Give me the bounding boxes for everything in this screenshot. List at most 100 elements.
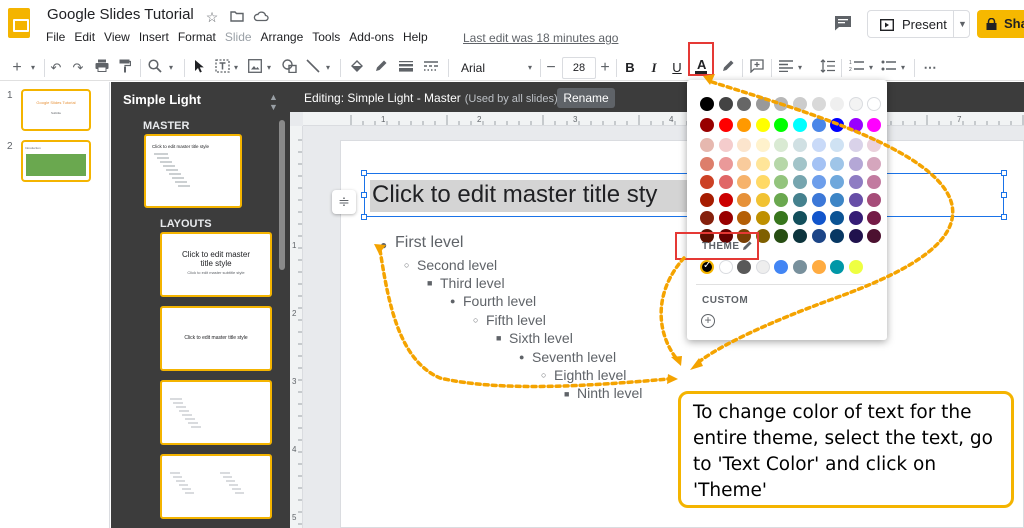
redo-icon[interactable]: ↷: [70, 59, 86, 77]
layout-thumbnail-title[interactable]: Click to edit master title style Click t…: [160, 232, 272, 297]
resize-handle[interactable]: [361, 214, 367, 220]
color-swatch[interactable]: [718, 211, 733, 225]
color-swatch[interactable]: [700, 138, 714, 152]
menu-format[interactable]: Format: [178, 30, 216, 48]
align-dropdown-icon[interactable]: ▾: [795, 59, 805, 77]
new-slide-icon[interactable]: +: [10, 59, 24, 77]
body-level-6[interactable]: Sixth level: [509, 330, 573, 346]
body-level-3[interactable]: Third level: [440, 275, 505, 291]
color-swatch[interactable]: [755, 175, 770, 189]
line-icon[interactable]: [305, 59, 321, 77]
layout-thumbnail-section[interactable]: Click to edit master title style: [160, 306, 272, 371]
highlight-color-icon[interactable]: [720, 59, 736, 77]
color-swatch[interactable]: [755, 211, 770, 225]
slide-thumbnail-1[interactable]: Google Slides Tutorial Subtitle: [21, 89, 91, 131]
increase-font-size-icon[interactable]: +: [599, 59, 611, 77]
color-swatch[interactable]: [793, 97, 807, 111]
color-swatch[interactable]: [848, 157, 863, 171]
cloud-status-icon[interactable]: [253, 9, 269, 25]
color-swatch[interactable]: [811, 211, 826, 225]
numbered-list-dropdown-icon[interactable]: ▾: [866, 59, 876, 77]
color-swatch[interactable]: [793, 138, 807, 152]
color-swatch[interactable]: [755, 118, 770, 132]
last-edit-link[interactable]: Last edit was 18 minutes ago: [463, 31, 618, 45]
theme-color-swatch[interactable]: [718, 260, 733, 274]
present-dropdown-icon[interactable]: ▼: [953, 10, 971, 38]
bold-icon[interactable]: B: [623, 59, 637, 77]
menu-tools[interactable]: Tools: [312, 30, 340, 48]
color-swatch[interactable]: [793, 118, 807, 132]
color-swatch[interactable]: [718, 157, 733, 171]
color-swatch[interactable]: [811, 157, 826, 171]
shape-icon[interactable]: [281, 59, 297, 77]
color-swatch[interactable]: [793, 229, 807, 243]
document-title[interactable]: Google Slides Tutorial: [47, 6, 194, 23]
color-swatch[interactable]: [718, 118, 733, 132]
resize-handle[interactable]: [1001, 214, 1007, 220]
theme-color-swatch[interactable]: [793, 260, 807, 274]
layout-thumbnail-body[interactable]: Click to edit master title style: [160, 380, 272, 445]
border-dash-icon[interactable]: [423, 59, 439, 77]
bulleted-list-dropdown-icon[interactable]: ▾: [898, 59, 908, 77]
color-swatch[interactable]: [718, 138, 733, 152]
color-swatch[interactable]: [811, 97, 826, 111]
color-swatch[interactable]: [811, 118, 826, 132]
color-swatch[interactable]: [848, 229, 863, 243]
undo-icon[interactable]: ↶: [48, 59, 64, 77]
bulleted-list-icon[interactable]: [880, 59, 896, 77]
theme-color-swatch[interactable]: [811, 260, 826, 274]
add-custom-color-icon[interactable]: +: [701, 314, 715, 328]
color-swatch[interactable]: [848, 138, 863, 152]
color-swatch[interactable]: [755, 138, 770, 152]
color-swatch[interactable]: [755, 157, 770, 171]
star-icon[interactable]: ☆: [204, 9, 220, 25]
zoom-dropdown-icon[interactable]: ▾: [166, 59, 176, 77]
color-swatch[interactable]: [700, 157, 714, 171]
theme-color-swatch[interactable]: [755, 260, 770, 274]
color-swatch[interactable]: [793, 193, 807, 207]
share-button[interactable]: Share: [977, 10, 1024, 38]
color-swatch[interactable]: [755, 97, 770, 111]
color-swatch[interactable]: [811, 193, 826, 207]
text-box-icon[interactable]: [214, 59, 230, 77]
line-dropdown-icon[interactable]: ▾: [323, 59, 333, 77]
image-dropdown-icon[interactable]: ▾: [264, 59, 274, 77]
menu-view[interactable]: View: [104, 30, 130, 48]
color-swatch[interactable]: [700, 118, 714, 132]
theme-color-swatch[interactable]: ✓: [700, 260, 714, 274]
underline-icon[interactable]: U: [670, 59, 684, 77]
color-swatch[interactable]: [718, 175, 733, 189]
color-swatch[interactable]: [700, 175, 714, 189]
resize-handle[interactable]: [1001, 192, 1007, 198]
font-size-input[interactable]: 28: [562, 57, 596, 79]
line-spacing-icon[interactable]: [819, 59, 835, 77]
color-swatch[interactable]: [755, 193, 770, 207]
panel-scrollbar[interactable]: [279, 120, 285, 270]
menu-help[interactable]: Help: [403, 30, 428, 48]
font-family-dropdown-icon[interactable]: ▾: [525, 59, 535, 77]
slides-logo-icon[interactable]: [8, 8, 30, 38]
vertical-align-handle-icon[interactable]: ≑: [332, 190, 356, 214]
horizontal-ruler[interactable]: 1234567: [303, 112, 1024, 126]
color-swatch[interactable]: [848, 193, 863, 207]
select-cursor-icon[interactable]: [192, 59, 206, 77]
body-level-4[interactable]: Fourth level: [463, 293, 536, 309]
decrease-font-size-icon[interactable]: −: [545, 59, 557, 77]
numbered-list-icon[interactable]: 12: [848, 59, 864, 77]
resize-handle[interactable]: [1001, 170, 1007, 176]
menu-arrange[interactable]: Arrange: [261, 30, 304, 48]
border-color-icon[interactable]: [373, 59, 389, 77]
border-weight-icon[interactable]: [398, 59, 414, 77]
menu-file[interactable]: File: [46, 30, 65, 48]
theme-color-swatch[interactable]: [848, 260, 863, 274]
text-color-button[interactable]: A: [688, 42, 714, 76]
color-swatch[interactable]: [793, 157, 807, 171]
print-icon[interactable]: [94, 59, 110, 77]
insert-comment-icon[interactable]: [749, 59, 765, 77]
move-folder-icon[interactable]: [229, 9, 245, 25]
body-level-2[interactable]: Second level: [417, 257, 497, 273]
body-level-8[interactable]: Eighth level: [554, 367, 626, 383]
new-slide-dropdown-icon[interactable]: ▾: [28, 59, 38, 77]
color-swatch[interactable]: [718, 97, 733, 111]
body-level-7[interactable]: Seventh level: [532, 349, 616, 365]
